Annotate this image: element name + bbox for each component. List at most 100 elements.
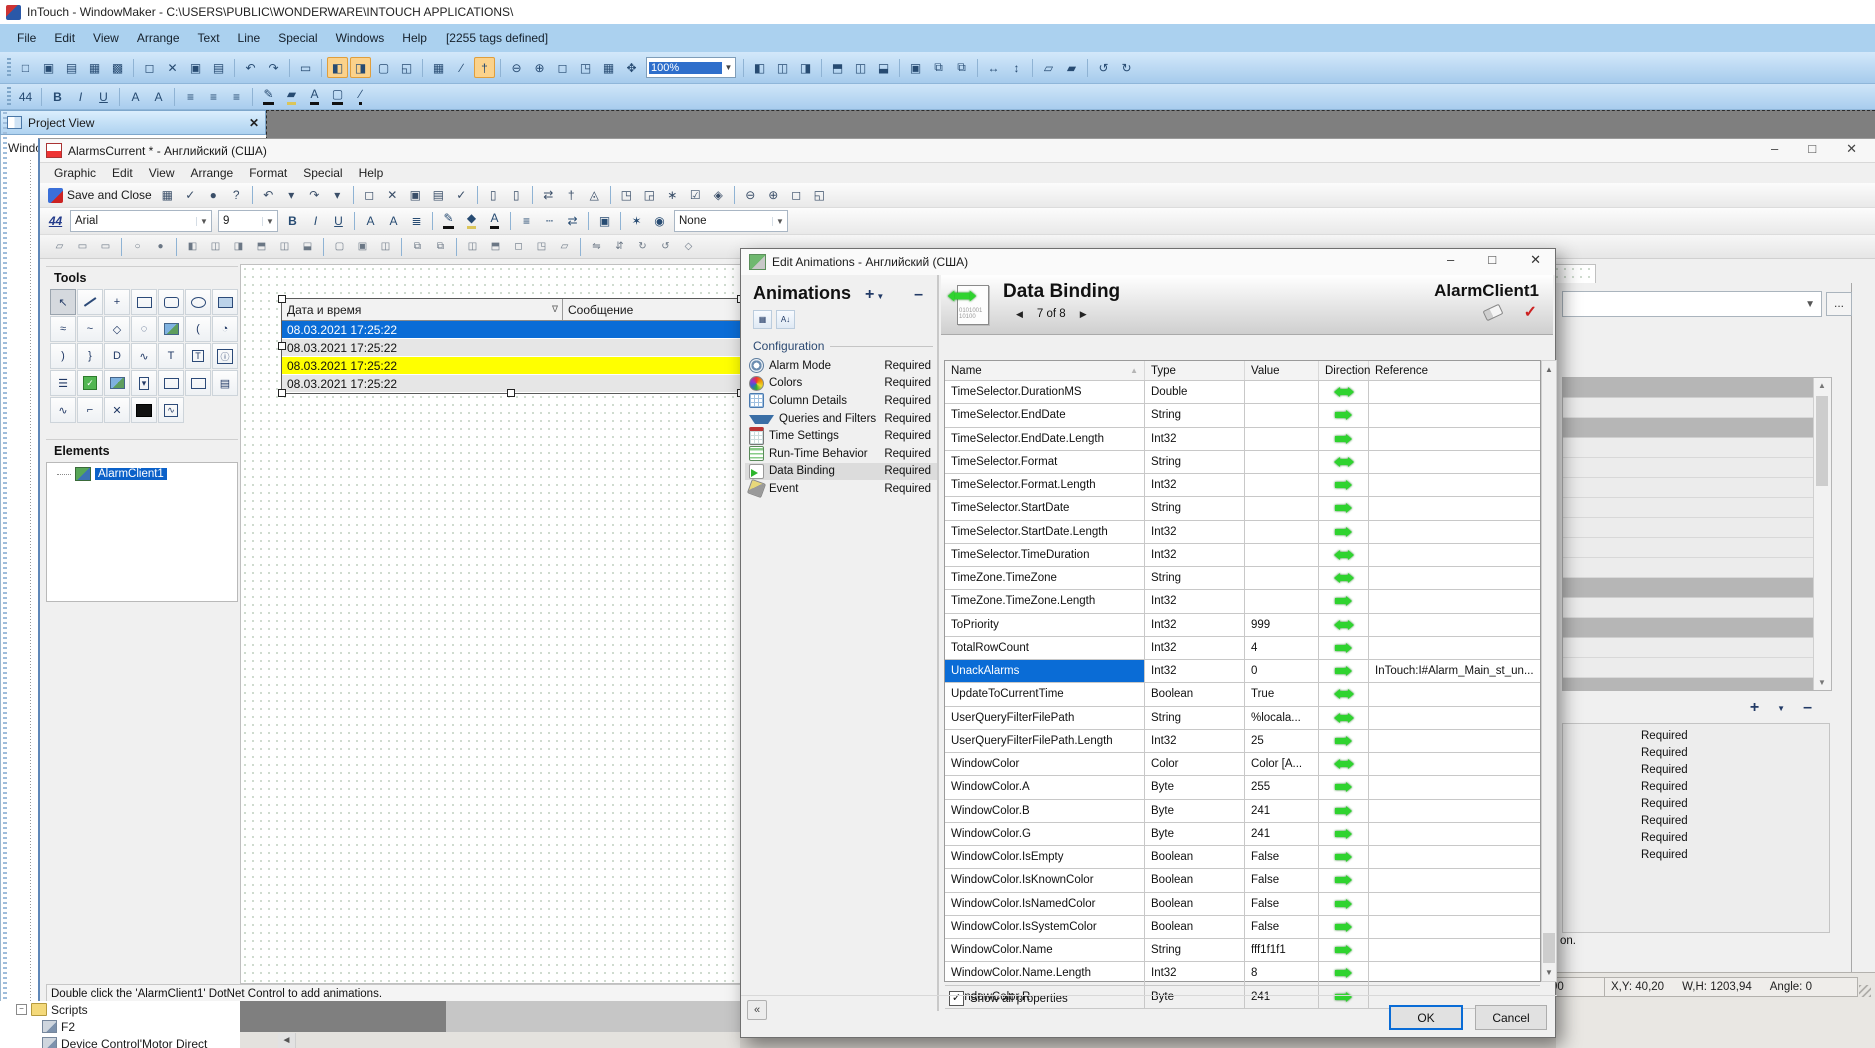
menu-item-format[interactable]: Format	[241, 164, 295, 182]
bring-to-front-icon[interactable]: ⧉	[928, 57, 949, 78]
binding-reference-cell[interactable]	[1369, 893, 1540, 915]
binding-name-cell[interactable]: ToPriority	[945, 614, 1145, 636]
sort-az-icon[interactable]: A↓	[776, 310, 795, 329]
add-animation-button[interactable]: +	[865, 286, 874, 304]
binding-direction-cell[interactable]	[1319, 939, 1369, 961]
collapse-panel-button[interactable]: «	[747, 1000, 767, 1020]
checkbox-tool[interactable]: ✓	[77, 370, 103, 396]
redo-dropdown-icon[interactable]: ▾	[327, 185, 348, 206]
panel-tool[interactable]	[212, 289, 238, 315]
maximize-icon[interactable]: □	[1808, 141, 1816, 157]
binding-name-cell[interactable]: WindowColor.IsKnownColor	[945, 869, 1145, 891]
send-to-back-icon[interactable]: ⧉	[951, 57, 972, 78]
menu-item-graphic[interactable]: Graphic	[46, 164, 104, 182]
menu-item-view[interactable]: View	[84, 28, 128, 48]
menu-item-edit[interactable]: Edit	[45, 28, 84, 48]
add-animation-button[interactable]: +	[1750, 699, 1759, 717]
binding-row[interactable]: TimeSelector.StartDate.LengthInt32	[945, 521, 1540, 544]
menu-item-help[interactable]: Help	[351, 164, 392, 182]
binding-direction-cell[interactable]	[1319, 521, 1369, 543]
binding-row[interactable]: UpdateToCurrentTimeBooleanTrue	[945, 683, 1540, 706]
menu-item-edit[interactable]: Edit	[104, 164, 141, 182]
text-tool[interactable]: T	[158, 343, 184, 369]
binding-reference-cell[interactable]	[1369, 916, 1540, 938]
font-wizard-icon[interactable]: 44	[15, 86, 36, 107]
send-backward-icon[interactable]: ⧉	[430, 236, 451, 257]
binding-direction-cell[interactable]	[1319, 730, 1369, 752]
binding-direction-cell[interactable]	[1319, 381, 1369, 403]
cut-icon[interactable]: ✕	[162, 57, 183, 78]
align-center-icon[interactable]: ◫	[205, 236, 226, 257]
element-item-alarmclient1[interactable]: AlarmClient1	[47, 467, 237, 481]
column-header-value[interactable]: Value	[1245, 361, 1319, 380]
close-icon[interactable]: ✕	[1846, 141, 1857, 157]
save-icon[interactable]: ▦	[157, 185, 178, 206]
polygon-tool[interactable]: ◇	[104, 316, 130, 342]
binding-value-cell[interactable]: False	[1245, 869, 1319, 891]
docked-list-row[interactable]	[1563, 538, 1831, 558]
dock-gripper[interactable]	[3, 112, 7, 1000]
redo-icon[interactable]: ↷	[304, 185, 325, 206]
font-wizard-icon[interactable]: 44	[45, 211, 66, 232]
select-icon[interactable]: ◻	[359, 185, 380, 206]
rotate-cw-icon[interactable]: ↻	[632, 236, 653, 257]
underline-icon[interactable]: U	[328, 211, 349, 232]
text-box-tool[interactable]: T	[185, 343, 211, 369]
copy-icon[interactable]: ▣	[185, 57, 206, 78]
menu-item-text[interactable]: Text	[189, 28, 229, 48]
binding-value-cell[interactable]: False	[1245, 846, 1319, 868]
tree-item-partial[interactable]: Device Control'Motor Direct	[0, 1035, 266, 1048]
binding-reference-cell[interactable]	[1369, 474, 1540, 496]
config-item-column-details[interactable]: Column DetailsRequired	[745, 392, 937, 410]
bitmap-tool[interactable]	[158, 316, 184, 342]
binding-value-cell[interactable]: 8	[1245, 962, 1319, 984]
space-down-icon[interactable]: ⬒	[485, 236, 506, 257]
align-text-center-icon[interactable]: ≡	[203, 86, 224, 107]
chevron-down-icon[interactable]: ▼	[876, 292, 884, 301]
binding-reference-cell[interactable]	[1369, 776, 1540, 798]
curve-tool[interactable]: }	[77, 343, 103, 369]
binding-row[interactable]: UnackAlarmsInt320InTouch:I#Alarm_Main_st…	[945, 660, 1540, 683]
new-window-icon[interactable]: ▣	[38, 57, 59, 78]
align-top-icon[interactable]: ⬒	[827, 57, 848, 78]
config-item-run-time-behavior[interactable]: Run-Time BehaviorRequired	[745, 445, 937, 463]
binding-row[interactable]: TimeSelector.Format.LengthInt32	[945, 474, 1540, 497]
h-v-line-tool[interactable]: +	[104, 289, 130, 315]
docked-list-scrollbar[interactable]: ▲ ▼	[1813, 378, 1831, 690]
alarm-row-selected[interactable]: 08.03.2021 17:25:22	[282, 321, 741, 339]
menu-item-arrange[interactable]: Arrange	[128, 28, 189, 48]
binding-value-cell[interactable]	[1245, 544, 1319, 566]
alarm-row-alarm[interactable]: 08.03.2021 17:25:22	[282, 357, 741, 375]
line-weight-icon[interactable]: ≡	[516, 211, 537, 232]
binding-row[interactable]: WindowColorColorColor [A...	[945, 753, 1540, 776]
binding-reference-cell[interactable]	[1369, 753, 1540, 775]
space-vertical-icon[interactable]: ↕	[1006, 57, 1027, 78]
rounded-rectangle-tool[interactable]	[158, 289, 184, 315]
text-color-icon[interactable]: A	[304, 86, 325, 107]
docked-list-row[interactable]	[1563, 478, 1831, 498]
flip-horizontal-icon[interactable]: ⇋	[586, 236, 607, 257]
image-display-tool[interactable]	[104, 370, 130, 396]
bold-icon[interactable]: B	[47, 86, 68, 107]
binding-value-cell[interactable]: 4	[1245, 637, 1319, 659]
binding-row[interactable]: WindowColor.IsNamedColorBooleanFalse	[945, 893, 1540, 916]
binding-row[interactable]: TotalRowCountInt324	[945, 637, 1540, 660]
binding-name-cell[interactable]: WindowColor.Name.Length	[945, 962, 1145, 984]
binding-direction-cell[interactable]	[1319, 707, 1369, 729]
bullet-list-tool[interactable]: ☰	[50, 370, 76, 396]
cancel-button[interactable]: Cancel	[1475, 1005, 1547, 1030]
binding-reference-cell[interactable]	[1369, 939, 1540, 961]
paste-icon[interactable]: ▤	[428, 185, 449, 206]
scroll-left-icon[interactable]: ◄	[278, 1033, 296, 1048]
align-bottom-icon[interactable]: ⬓	[873, 57, 894, 78]
binding-reference-cell[interactable]: InTouch:I#Alarm_Main_st_un...	[1369, 660, 1540, 682]
unlock-icon[interactable]: ▯	[506, 185, 527, 206]
alarm-col-message[interactable]: Сообщение	[568, 303, 633, 317]
binding-reference-cell[interactable]	[1369, 381, 1540, 403]
binding-row[interactable]: TimeSelector.StartDateString	[945, 497, 1540, 520]
help-icon[interactable]: ?	[226, 185, 247, 206]
binding-name-cell[interactable]: UserQueryFilterFilePath	[945, 707, 1145, 729]
pager-previous-icon[interactable]: ◀	[1016, 309, 1023, 320]
binding-row[interactable]: WindowColor.IsSystemColorBooleanFalse	[945, 916, 1540, 939]
binding-value-cell[interactable]	[1245, 521, 1319, 543]
